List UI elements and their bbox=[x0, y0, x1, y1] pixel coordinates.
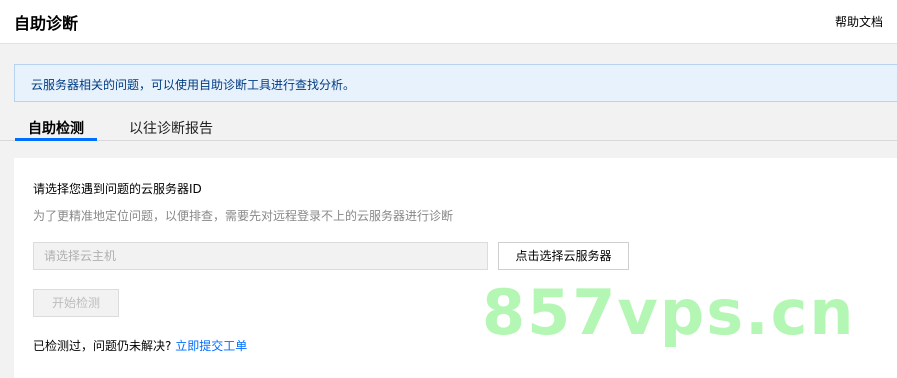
section-title: 请选择您遇到问题的云服务器ID bbox=[33, 182, 202, 196]
footer-prefix: 已检测过，问题仍未解决? bbox=[33, 339, 172, 353]
page-header: 自助诊断 帮助文档 bbox=[0, 0, 897, 44]
tab-history-reports[interactable]: 以往诊断报告 bbox=[129, 118, 213, 138]
submit-ticket-link[interactable]: 立即提交工单 bbox=[175, 339, 247, 353]
tab-self-check[interactable]: 自助检测 bbox=[28, 118, 84, 138]
info-notice: 云服务器相关的问题，可以使用自助诊断工具进行查找分析。 bbox=[14, 64, 897, 102]
active-tab-indicator bbox=[15, 138, 97, 141]
help-docs-link[interactable]: 帮助文档 bbox=[835, 13, 883, 30]
footer-line: 已检测过，问题仍未解决? 立即提交工单 bbox=[33, 337, 247, 354]
start-check-button: 开始检测 bbox=[33, 289, 119, 317]
section-description: 为了更精准地定位问题，以便排查，需要先对远程登录不上的云服务器进行诊断 bbox=[33, 209, 454, 223]
tab-bar: 自助检测 以往诊断报告 bbox=[0, 110, 897, 141]
choose-server-button[interactable]: 点击选择云服务器 bbox=[498, 242, 629, 270]
notice-text: 云服务器相关的问题，可以使用自助诊断工具进行查找分析。 bbox=[31, 78, 356, 92]
diagnosis-panel: 请选择您遇到问题的云服务器ID 为了更精准地定位问题，以便排查，需要先对远程登录… bbox=[14, 158, 897, 378]
page-title: 自助诊断 bbox=[14, 14, 79, 33]
server-select-input[interactable] bbox=[33, 242, 488, 270]
